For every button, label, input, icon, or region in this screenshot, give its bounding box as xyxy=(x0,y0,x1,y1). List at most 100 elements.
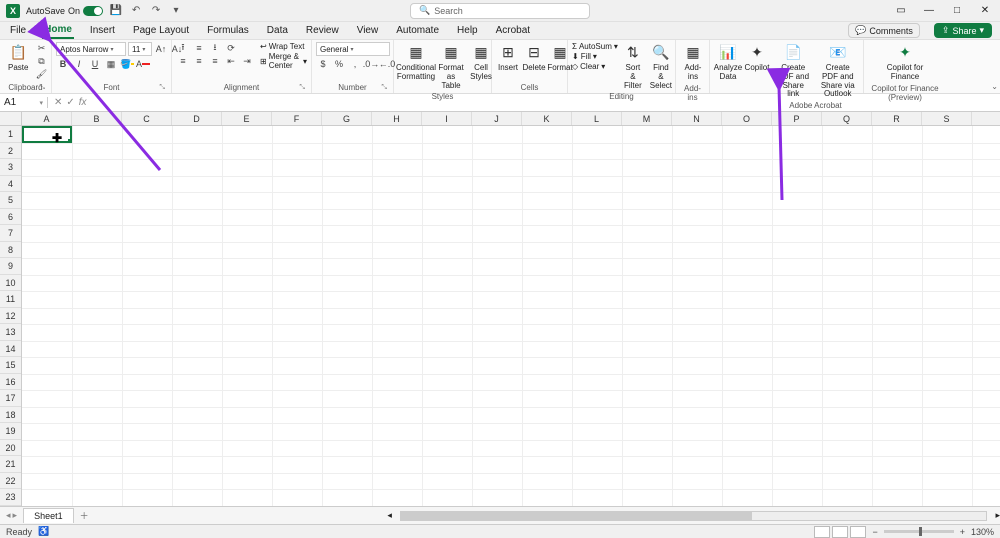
row-header[interactable]: 14 xyxy=(0,341,21,358)
insert-cells-button[interactable]: ⊞Insert xyxy=(496,42,520,75)
zoom-slider[interactable] xyxy=(884,530,954,533)
active-cell[interactable]: ✚ xyxy=(22,126,72,143)
collapse-ribbon-icon[interactable]: ⌄ xyxy=(991,82,998,91)
scroll-left-icon[interactable]: ◂ xyxy=(387,510,392,521)
row-header[interactable]: 19 xyxy=(0,423,21,440)
fx-icon[interactable]: fx xyxy=(79,97,87,108)
comments-button[interactable]: 💬 Comments xyxy=(848,23,920,38)
share-button[interactable]: ⇪ Share ▾ xyxy=(934,23,992,38)
maximize-icon[interactable]: □ xyxy=(948,2,966,20)
cut-icon[interactable]: ✂ xyxy=(34,42,48,54)
tab-help[interactable]: Help xyxy=(455,23,480,38)
sheet-tab-active[interactable]: Sheet1 xyxy=(23,508,74,523)
col-header[interactable]: H xyxy=(372,112,422,125)
comma-icon[interactable]: , xyxy=(348,58,362,70)
align-left-icon[interactable]: ≡ xyxy=(176,55,190,67)
close-icon[interactable]: ✕ xyxy=(976,2,994,20)
ribbon-display-icon[interactable]: ▭ xyxy=(892,2,910,20)
normal-view-icon[interactable] xyxy=(814,526,830,538)
merge-center-button[interactable]: ⊞Merge & Center▾ xyxy=(260,52,307,70)
border-button[interactable]: ▦ xyxy=(104,58,118,70)
paste-button[interactable]: 📋 Paste xyxy=(4,42,32,75)
col-header[interactable]: A xyxy=(22,112,72,125)
col-header[interactable]: I xyxy=(422,112,472,125)
create-pdf-outlook-button[interactable]: 📧Create PDF and Share via Outlook xyxy=(817,42,860,101)
col-header[interactable]: P xyxy=(772,112,822,125)
zoom-out-icon[interactable]: − xyxy=(872,527,877,537)
row-headers[interactable]: 123456789101112131415161718192021222324 xyxy=(0,126,22,512)
col-header[interactable]: G xyxy=(322,112,372,125)
align-top-icon[interactable]: ⭱ xyxy=(176,42,190,54)
col-header[interactable]: N xyxy=(672,112,722,125)
col-header[interactable]: B xyxy=(72,112,122,125)
next-sheet-icon[interactable]: ▸ xyxy=(13,510,18,521)
row-header[interactable]: 8 xyxy=(0,242,21,259)
col-header[interactable]: D xyxy=(172,112,222,125)
col-header[interactable]: E xyxy=(222,112,272,125)
cancel-formula-icon[interactable]: ✕ xyxy=(54,97,62,108)
launcher-icon[interactable]: ⤡ xyxy=(381,84,387,92)
number-format-select[interactable]: General▾ xyxy=(316,42,390,56)
row-header[interactable]: 13 xyxy=(0,324,21,341)
accessibility-icon[interactable]: ♿ xyxy=(38,526,49,537)
italic-button[interactable]: I xyxy=(72,58,86,70)
row-header[interactable]: 10 xyxy=(0,275,21,292)
tab-view[interactable]: View xyxy=(355,23,381,38)
row-header[interactable]: 11 xyxy=(0,291,21,308)
wrap-text-button[interactable]: ↩Wrap Text xyxy=(260,42,307,51)
font-color-button[interactable]: A xyxy=(136,58,150,70)
page-layout-view-icon[interactable] xyxy=(832,526,848,538)
percent-icon[interactable]: % xyxy=(332,58,346,70)
col-header[interactable]: K xyxy=(522,112,572,125)
tab-acrobat[interactable]: Acrobat xyxy=(494,23,532,38)
align-middle-icon[interactable]: ≡ xyxy=(192,42,206,54)
align-center-icon[interactable]: ≡ xyxy=(192,55,206,67)
clear-button[interactable]: ◇Clear▾ xyxy=(572,62,618,71)
tab-page-layout[interactable]: Page Layout xyxy=(131,23,191,38)
tab-automate[interactable]: Automate xyxy=(394,23,441,38)
format-as-table-button[interactable]: ▦Format as Table xyxy=(436,42,466,92)
find-select-button[interactable]: 🔍Find & Select xyxy=(648,42,674,92)
copilot-button[interactable]: ✦Copilot xyxy=(744,42,770,75)
increase-font-icon[interactable]: A↑ xyxy=(154,43,168,55)
format-painter-icon[interactable]: 🖌 xyxy=(34,68,48,80)
search-input[interactable]: 🔍 Search xyxy=(410,3,590,19)
row-header[interactable]: 20 xyxy=(0,440,21,457)
horizontal-scrollbar[interactable] xyxy=(400,511,988,521)
scroll-right-icon[interactable]: ▸ xyxy=(995,510,1000,521)
zoom-level[interactable]: 130% xyxy=(971,527,994,537)
col-header[interactable]: O xyxy=(722,112,772,125)
row-header[interactable]: 1 xyxy=(0,126,21,143)
bold-button[interactable]: B xyxy=(56,58,70,70)
row-header[interactable]: 9 xyxy=(0,258,21,275)
row-header[interactable]: 4 xyxy=(0,176,21,193)
row-header[interactable]: 21 xyxy=(0,456,21,473)
decrease-decimal-icon[interactable]: ←.0 xyxy=(380,58,394,70)
align-bottom-icon[interactable]: ⭳ xyxy=(208,42,222,54)
copilot-finance-button[interactable]: ✦Copilot for Finance xyxy=(868,42,942,84)
add-sheet-button[interactable]: ＋ xyxy=(74,509,95,522)
addins-button[interactable]: ▦Add-ins xyxy=(680,42,706,84)
col-header[interactable]: R xyxy=(872,112,922,125)
row-header[interactable]: 3 xyxy=(0,159,21,176)
column-headers[interactable]: ABCDEFGHIJKLMNOPQRS xyxy=(22,112,1000,126)
page-break-view-icon[interactable] xyxy=(850,526,866,538)
conditional-formatting-button[interactable]: ▦Conditional Formatting xyxy=(398,42,434,84)
col-header[interactable]: L xyxy=(572,112,622,125)
increase-indent-icon[interactable]: ⇥ xyxy=(240,55,254,67)
col-header[interactable]: J xyxy=(472,112,522,125)
tab-file[interactable]: File xyxy=(8,23,28,38)
row-header[interactable]: 7 xyxy=(0,225,21,242)
copy-icon[interactable]: ⧉ xyxy=(34,55,48,67)
sort-filter-button[interactable]: ⇅Sort & Filter xyxy=(620,42,646,92)
cell-styles-button[interactable]: ▦Cell Styles xyxy=(468,42,494,84)
row-header[interactable]: 18 xyxy=(0,407,21,424)
row-header[interactable]: 6 xyxy=(0,209,21,226)
row-header[interactable]: 22 xyxy=(0,473,21,490)
row-header[interactable]: 2 xyxy=(0,143,21,160)
fill-color-button[interactable]: 🪣 xyxy=(120,58,134,70)
launcher-icon[interactable]: ⤡ xyxy=(39,84,45,92)
cells-area[interactable]: ✚ xyxy=(22,126,1000,512)
worksheet-grid[interactable]: ABCDEFGHIJKLMNOPQRS 12345678910111213141… xyxy=(0,112,1000,512)
toggle-pill-icon[interactable] xyxy=(83,6,103,16)
